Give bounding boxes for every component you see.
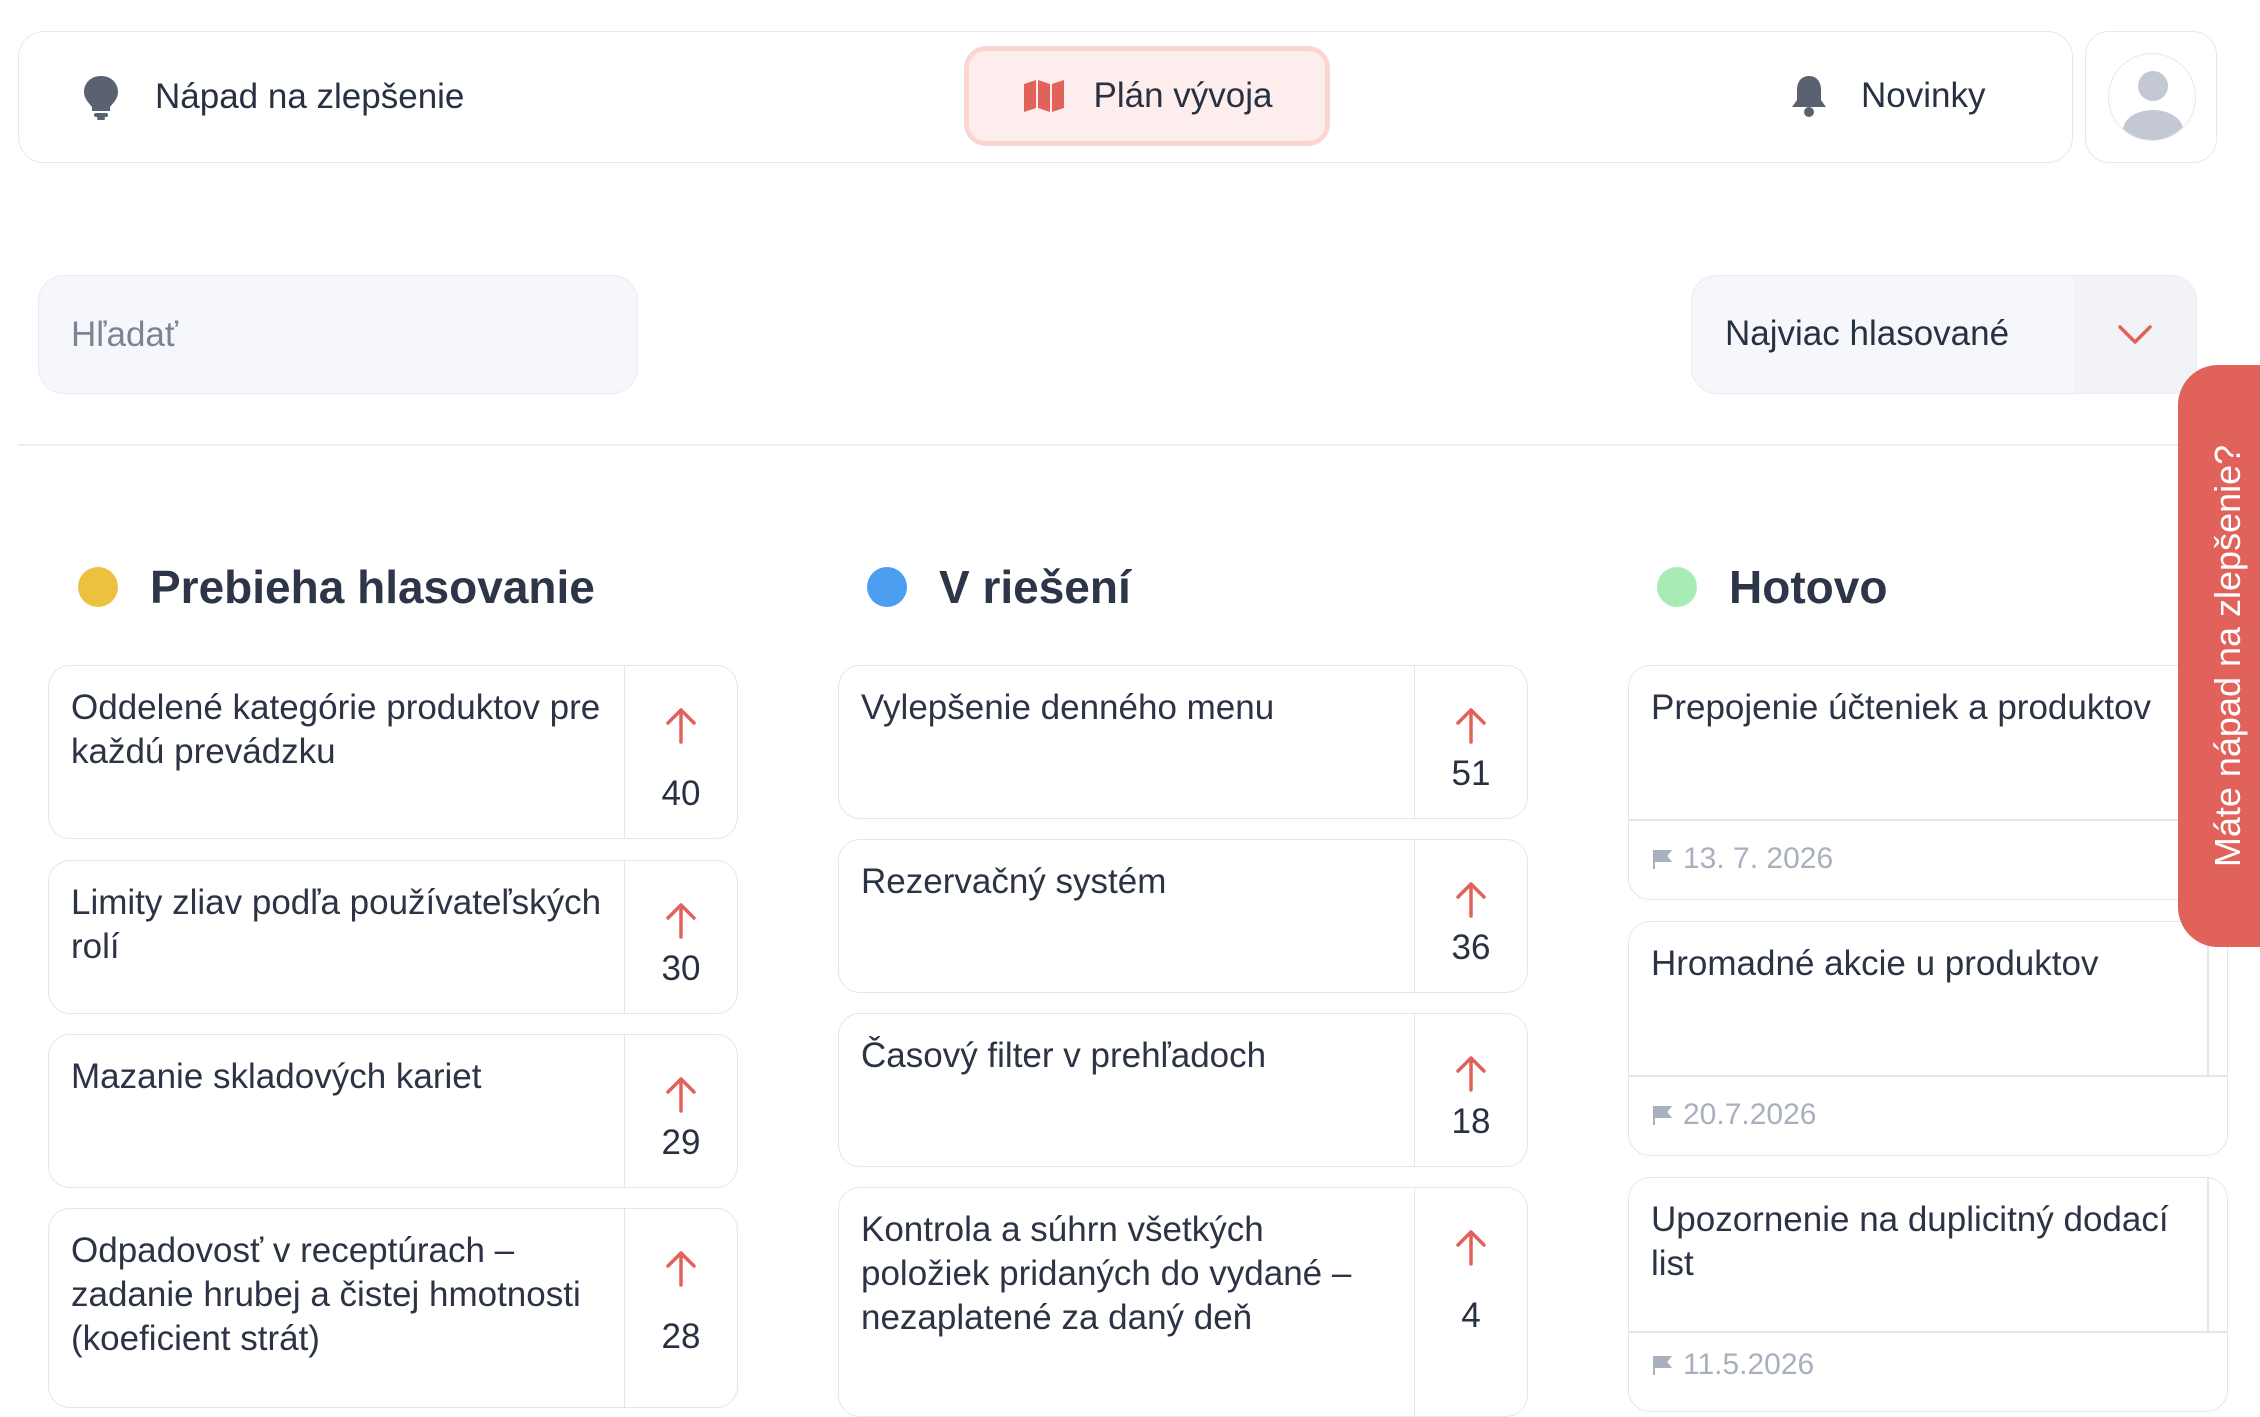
idea-card-title: Rezervačný systém <box>861 862 1167 901</box>
status-dot-green <box>1657 567 1697 607</box>
vote-count: 18 <box>1451 1102 1491 1141</box>
nav-news-link[interactable]: Novinky <box>1789 74 1985 118</box>
done-date: 11.5.2026 <box>1651 1348 1814 1382</box>
done-card-title: Upozornenie na duplicitný dodací list <box>1651 1200 2169 1283</box>
done-card-title: Hromadné akcie u produktov <box>1651 944 2099 983</box>
done-card[interactable]: Hromadné akcie u produktov 20.7.2026 <box>1628 921 2228 1156</box>
arrow-up-icon <box>1456 882 1486 918</box>
bell-icon <box>1792 76 1826 117</box>
profile-button[interactable] <box>2085 31 2217 163</box>
idea-card-title: Mazanie skladových kariet <box>71 1057 482 1096</box>
vote-count: 4 <box>1461 1296 1481 1335</box>
upvote-button[interactable]: 30 <box>624 861 737 1013</box>
upvote-button[interactable]: 51 <box>1414 666 1527 818</box>
nav-news-label: Novinky <box>1861 76 1986 115</box>
arrow-up-icon <box>1456 708 1486 744</box>
column-title: Hotovo <box>1729 561 1888 613</box>
idea-card-title: Odpadovosť v receptúrach – zadanie hrube… <box>71 1231 581 1358</box>
done-date-text: 11.5.2026 <box>1683 1348 1815 1381</box>
idea-card[interactable]: Limity zliav podľa používateľských rolí … <box>48 860 738 1014</box>
flag-icon <box>1653 850 1673 869</box>
arrow-up-icon <box>666 903 696 939</box>
top-navigation-bar: Nápad na zlepšenie Plán vývoja Novinky <box>18 31 2073 163</box>
column-header-in-progress: V riešení <box>867 560 1131 614</box>
upvote-button[interactable]: 36 <box>1414 840 1527 992</box>
done-date-text: 13. 7. 2026 <box>1683 842 1834 875</box>
arrow-up-icon <box>666 708 696 744</box>
idea-card-title: Vylepšenie denného menu <box>861 688 1275 727</box>
upvote-button[interactable]: 28 <box>624 1209 737 1407</box>
feedback-tab-button[interactable]: Máte nápad na zlepšenie? <box>2178 365 2260 947</box>
idea-card-title: Limity zliav podľa používateľských rolí <box>71 883 602 966</box>
upvote-button[interactable]: 18 <box>1414 1014 1527 1166</box>
search-input[interactable] <box>38 275 638 394</box>
nav-ideas-label: Nápad na zlepšenie <box>155 77 465 116</box>
chevron-down-icon <box>2118 324 2152 344</box>
idea-card[interactable]: Rezervačný systém 36 <box>838 839 1528 993</box>
sort-selected-value: Najviac hlasované <box>1725 314 2010 353</box>
column-title: V riešení <box>939 561 1131 613</box>
arrow-up-icon <box>1456 1230 1486 1266</box>
flag-icon <box>1653 1356 1673 1375</box>
vote-count: 30 <box>661 949 701 988</box>
done-card[interactable]: Prepojenie účteniek a produktov 13. 7. 2… <box>1628 665 2228 900</box>
done-date: 20.7.2026 <box>1651 1098 1816 1132</box>
vote-count: 36 <box>1451 928 1491 967</box>
idea-card-title: Časový filter v prehľadoch <box>861 1036 1267 1075</box>
feedback-tab-label: Máte nápad na zlepšenie? <box>2207 444 2248 868</box>
sort-dropdown-toggle[interactable] <box>2074 276 2196 393</box>
arrow-up-icon <box>1456 1056 1486 1092</box>
idea-card[interactable]: Odpadovosť v receptúrach – zadanie hrube… <box>48 1208 738 1408</box>
map-icon <box>1023 80 1064 112</box>
card-divider <box>1629 1331 2227 1333</box>
avatar <box>2108 53 2196 141</box>
nav-ideas-link[interactable]: Nápad na zlepšenie <box>81 74 464 120</box>
idea-card[interactable]: Časový filter v prehľadoch 18 <box>838 1013 1528 1167</box>
vote-count: 51 <box>1451 754 1491 793</box>
idea-card-title: Oddelené kategórie produktov pre každú p… <box>71 688 601 771</box>
section-divider <box>18 444 2222 446</box>
card-divider <box>2207 1178 2209 1331</box>
done-date-text: 20.7.2026 <box>1683 1098 1817 1131</box>
nav-plan-link[interactable]: Plán vývoja <box>964 46 1330 146</box>
idea-card[interactable]: Vylepšenie denného menu 51 <box>838 665 1528 819</box>
card-divider <box>1629 819 2227 821</box>
done-date: 13. 7. 2026 <box>1651 842 1833 876</box>
card-divider <box>1629 1075 2227 1077</box>
user-avatar-icon <box>2123 71 2183 140</box>
done-card-title: Prepojenie účteniek a produktov <box>1651 688 2152 727</box>
lightbulb-icon <box>84 76 118 120</box>
arrow-up-icon <box>666 1251 696 1287</box>
column-title: Prebieha hlasovanie <box>150 561 595 613</box>
status-dot-blue <box>867 567 907 607</box>
idea-card[interactable]: Mazanie skladových kariet 29 <box>48 1034 738 1188</box>
column-header-voting: Prebieha hlasovanie <box>78 560 595 614</box>
done-card[interactable]: Upozornenie na duplicitný dodací list 11… <box>1628 1177 2228 1412</box>
vote-count: 40 <box>661 774 701 813</box>
upvote-button[interactable]: 40 <box>624 666 737 838</box>
vote-count: 29 <box>661 1123 701 1162</box>
nav-plan-label: Plán vývoja <box>1093 76 1273 115</box>
status-dot-yellow <box>78 567 118 607</box>
idea-card[interactable]: Oddelené kategórie produktov pre každú p… <box>48 665 738 839</box>
sort-dropdown[interactable]: Najviac hlasované <box>1691 275 2197 394</box>
column-header-done: Hotovo <box>1657 560 1887 614</box>
flag-icon <box>1653 1106 1673 1125</box>
vote-count: 28 <box>661 1317 701 1356</box>
idea-card[interactable]: Kontrola a súhrn všetkých položiek prida… <box>838 1187 1528 1417</box>
upvote-button[interactable]: 4 <box>1414 1188 1527 1416</box>
arrow-up-icon <box>666 1077 696 1113</box>
upvote-button[interactable]: 29 <box>624 1035 737 1187</box>
idea-card-title: Kontrola a súhrn všetkých položiek prida… <box>861 1210 1352 1337</box>
